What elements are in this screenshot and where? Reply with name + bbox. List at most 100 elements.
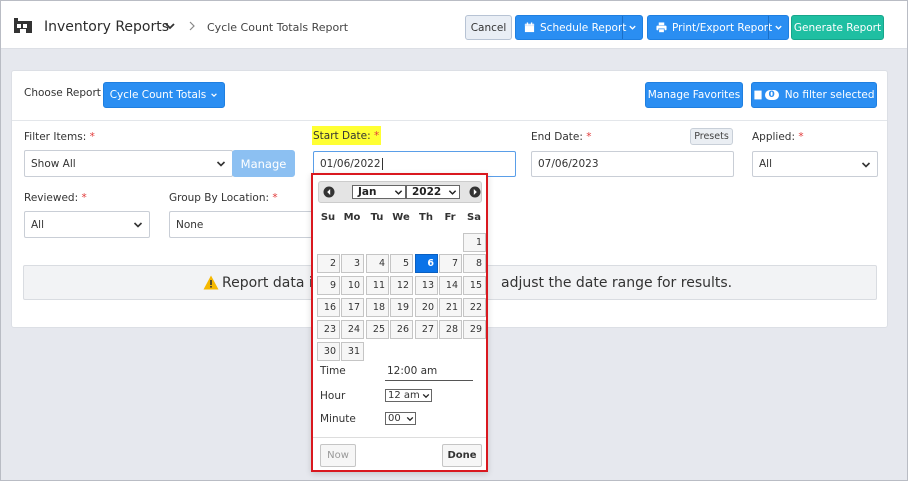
print-dropdown-toggle[interactable] — [768, 16, 788, 39]
calendar-day[interactable]: 25 — [366, 320, 389, 339]
minute-value: 00 — [388, 413, 401, 424]
weekday-label: Su — [320, 212, 336, 223]
calendar-day[interactable]: 15 — [463, 276, 486, 295]
group-by-location-select[interactable]: None — [169, 211, 314, 238]
calendar-day[interactable]: 28 — [439, 320, 462, 339]
weekday-label: Fr — [444, 212, 456, 223]
filter-items-value: Show All — [31, 157, 76, 170]
calendar-day[interactable]: 24 — [341, 320, 364, 339]
chevron-down-icon[interactable] — [164, 20, 176, 32]
chevron-down-icon — [775, 25, 782, 30]
calendar-day[interactable]: 18 — [366, 298, 389, 317]
calendar-day[interactable]: 31 — [341, 342, 364, 361]
calendar-day[interactable]: 17 — [341, 298, 364, 317]
month-select[interactable]: Jan — [352, 185, 406, 199]
breadcrumb: Cycle Count Totals Report — [207, 21, 349, 34]
chevron-down-icon — [448, 190, 457, 195]
calendar-day[interactable]: 30 — [317, 342, 340, 361]
filter-items-select[interactable]: Show All — [24, 150, 233, 177]
reviewed-select[interactable]: All — [24, 211, 150, 238]
notice-text-right: adjust the date range for results. — [501, 275, 733, 291]
applied-value: All — [759, 158, 773, 170]
calendar-day[interactable]: 12 — [390, 276, 413, 295]
group-by-location-label: Group By Location: * — [169, 192, 278, 204]
end-date-input[interactable]: 07/06/2023 — [531, 151, 734, 177]
applied-select[interactable]: All — [752, 151, 878, 177]
group-by-label-text: Group By Location: — [169, 192, 270, 204]
presets-button[interactable]: Presets — [690, 128, 733, 145]
calendar-day[interactable]: 9 — [317, 276, 340, 295]
manage-favorites-button[interactable]: Manage Favorites — [645, 82, 743, 108]
chevron-right-icon — [189, 21, 195, 31]
next-month-icon[interactable] — [469, 186, 481, 198]
start-date-label-text: Start Date: — [313, 130, 371, 142]
prev-month-icon[interactable] — [323, 186, 335, 198]
required-mark: * — [586, 131, 592, 143]
generate-report-button[interactable]: Generate Report — [791, 15, 884, 40]
required-mark: * — [798, 131, 804, 143]
weekday-label: Sa — [467, 212, 481, 223]
reviewed-label-text: Reviewed: — [24, 192, 79, 204]
chevron-down-icon — [406, 416, 414, 422]
calendar-day[interactable]: 16 — [317, 298, 340, 317]
weekday-label: We — [392, 212, 410, 223]
calendar-day[interactable]: 4 — [366, 254, 389, 273]
required-mark: * — [272, 192, 278, 204]
chevron-down-icon — [629, 25, 636, 30]
minute-select[interactable]: 00 — [385, 412, 416, 425]
calendar-day[interactable]: 2 — [317, 254, 340, 273]
done-button[interactable]: Done — [442, 444, 482, 467]
calendar-day[interactable]: 26 — [390, 320, 413, 339]
calendar-day[interactable]: 29 — [463, 320, 486, 339]
divider — [12, 120, 887, 121]
calendar-day[interactable]: 10 — [341, 276, 364, 295]
calendar-day[interactable]: 19 — [390, 298, 413, 317]
cancel-button[interactable]: Cancel — [465, 15, 512, 40]
date-picker-popup: Jan 2022 Su Mo Tu We Th Fr Sa 1 2 3 4 5 6 7 8 9 10 11 12 1… — [311, 173, 488, 472]
print-export-label: Print/Export Report — [672, 21, 773, 34]
filter-summary-text: No filter selected — [784, 89, 875, 101]
calendar-day[interactable]: 23 — [317, 320, 340, 339]
calendar-day[interactable]: 1 — [463, 233, 486, 252]
hour-label: Hour — [320, 390, 346, 402]
hour-select[interactable]: 12 am — [385, 389, 432, 402]
calendar-day[interactable]: 22 — [463, 298, 486, 317]
calendar-day[interactable]: 14 — [439, 276, 462, 295]
weekday-label: Tu — [370, 212, 384, 223]
chevron-down-icon — [861, 162, 871, 168]
calendar-day[interactable]: 20 — [415, 298, 438, 317]
calendar-day[interactable]: 5 — [390, 254, 413, 273]
required-mark: * — [373, 130, 380, 142]
divider — [313, 437, 486, 438]
calendar-day[interactable]: 27 — [415, 320, 438, 339]
schedule-dropdown-toggle[interactable] — [622, 16, 642, 39]
now-button[interactable]: Now — [320, 444, 356, 467]
calendar-day[interactable]: 7 — [439, 254, 462, 273]
year-value: 2022 — [412, 186, 442, 198]
calendar-day-selected[interactable]: 6 — [415, 254, 438, 273]
calendar-icon — [524, 22, 535, 33]
filter-count-badge: 0 — [764, 90, 779, 100]
top-bar: Inventory Reports Cycle Count Totals Rep… — [1, 1, 907, 49]
date-picker-header: Jan 2022 — [318, 181, 482, 203]
reviewed-label: Reviewed: * — [24, 192, 87, 204]
filter-summary-button[interactable]: 0 No filter selected — [751, 82, 877, 108]
calendar-day[interactable]: 13 — [415, 276, 438, 295]
applied-label: Applied: * — [752, 131, 804, 143]
calendar-day[interactable]: 3 — [341, 254, 364, 273]
chevron-down-icon — [216, 161, 226, 167]
calendar-day[interactable]: 21 — [439, 298, 462, 317]
print-export-button[interactable]: Print/Export Report — [647, 15, 789, 40]
manage-filter-button[interactable]: Manage — [232, 150, 295, 177]
hour-value: 12 am — [388, 390, 420, 401]
calendar-day[interactable]: 11 — [366, 276, 389, 295]
year-select[interactable]: 2022 — [406, 185, 460, 199]
weekday-label: Th — [419, 212, 433, 223]
time-label: Time — [320, 365, 346, 377]
month-value: Jan — [358, 186, 377, 198]
schedule-report-button[interactable]: Schedule Report — [515, 15, 643, 40]
calendar-day[interactable]: 8 — [463, 254, 486, 273]
choose-report-value: Cycle Count Totals — [109, 89, 207, 101]
applied-label-text: Applied: — [752, 131, 796, 143]
choose-report-dropdown[interactable]: Cycle Count Totals — [103, 82, 225, 108]
